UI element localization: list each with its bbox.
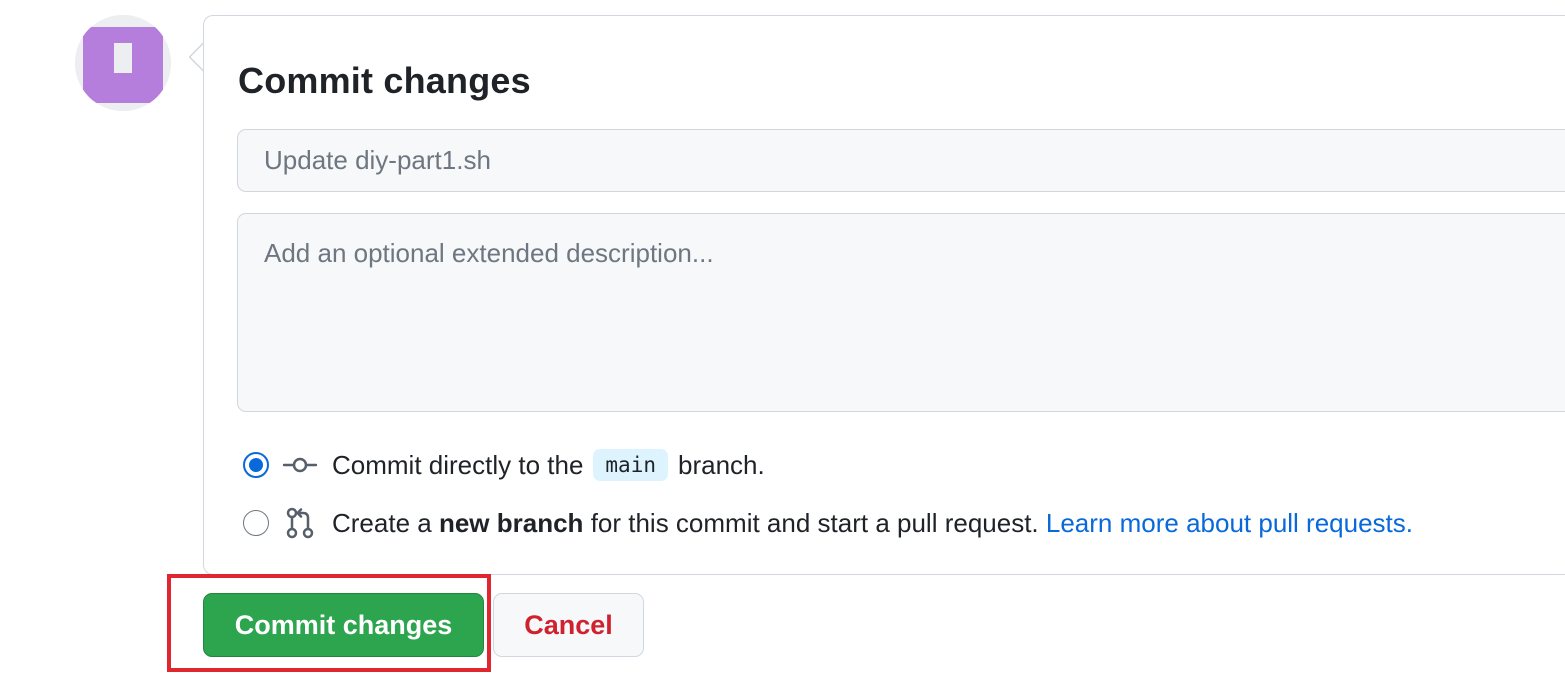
new-branch-bold: new branch	[438, 507, 584, 538]
commit-directly-prefix: Commit directly to the	[332, 449, 584, 480]
page-title: Commit changes	[238, 60, 531, 101]
radio-new-branch[interactable]	[243, 510, 269, 536]
learn-more-pull-requests-link[interactable]: Learn more about pull requests.	[1046, 508, 1413, 539]
new-branch-suffix: for this commit and start a pull request…	[590, 507, 1039, 538]
commit-form-page: Commit changes Commit directly to the ma…	[0, 0, 1565, 697]
option-commit-directly[interactable]: Commit directly to the main branch.	[243, 447, 765, 483]
commit-directly-suffix: branch.	[677, 449, 765, 480]
commit-description-textarea[interactable]	[237, 213, 1565, 412]
branch-name-badge: main	[593, 449, 668, 481]
cancel-button[interactable]: Cancel	[493, 593, 644, 657]
option-new-branch[interactable]: Create a new branch for this commit and …	[243, 505, 1413, 541]
new-branch-prefix: Create a	[332, 507, 432, 538]
commit-summary-input[interactable]	[237, 129, 1565, 192]
radio-commit-directly[interactable]	[243, 452, 269, 478]
identicon-avatar-icon	[75, 15, 171, 111]
git-commit-icon	[283, 448, 317, 482]
commit-changes-button[interactable]: Commit changes	[203, 593, 484, 657]
user-avatar[interactable]	[75, 15, 171, 111]
git-pull-request-icon	[283, 506, 317, 540]
